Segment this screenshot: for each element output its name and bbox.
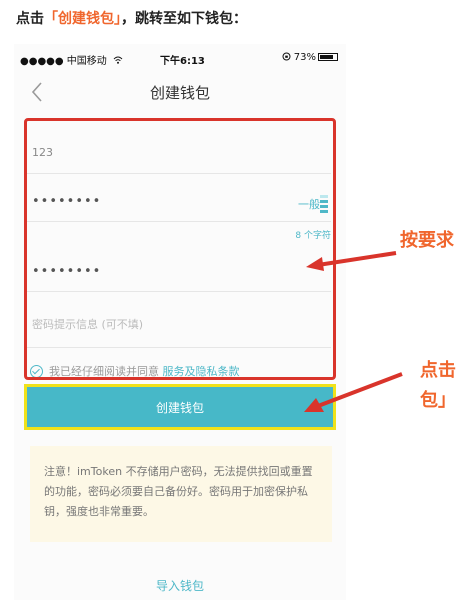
arrow-to-button bbox=[304, 372, 403, 412]
status-carrier: ●●●●● 中国移动 bbox=[20, 52, 123, 67]
status-bar: ●●●●● 中国移动 下午6:13 73% bbox=[14, 52, 346, 68]
page-title: 创建钱包 bbox=[149, 84, 210, 102]
caption-highlight: 「创建钱包」 bbox=[44, 11, 121, 27]
caption-suffix: ，跳转至如下钱包： bbox=[121, 11, 247, 27]
battery-text: 73% bbox=[293, 52, 316, 63]
button-annotation-line2: 包」 bbox=[420, 390, 456, 411]
create-wallet-button[interactable]: 创建钱包 bbox=[24, 384, 336, 430]
status-time: 下午6:13 bbox=[160, 56, 205, 67]
nav-bar: 创建钱包 bbox=[14, 74, 346, 110]
import-wallet-link[interactable]: 导入钱包 bbox=[14, 577, 346, 594]
notice-box: 注意！imToken 不存储用户密码，无法提供找回或重置的功能，密码必须要自己备… bbox=[30, 446, 332, 542]
status-battery: 73% bbox=[282, 52, 338, 63]
arrow-to-form bbox=[306, 251, 397, 271]
button-annotation-line1: 点击 bbox=[420, 360, 456, 381]
orientation-lock-icon bbox=[282, 52, 291, 61]
wifi-icon bbox=[113, 56, 123, 64]
article-caption: 点击「创建钱包」，跳转至如下钱包： bbox=[16, 8, 247, 28]
form-highlight-box bbox=[24, 118, 336, 380]
notice-text: 注意！imToken 不存储用户密码，无法提供找回或重置的功能，密码必须要自己备… bbox=[44, 465, 313, 518]
form-annotation: 按要求 bbox=[400, 230, 454, 251]
battery-icon bbox=[318, 53, 338, 61]
caption-prefix: 点击 bbox=[16, 11, 44, 27]
